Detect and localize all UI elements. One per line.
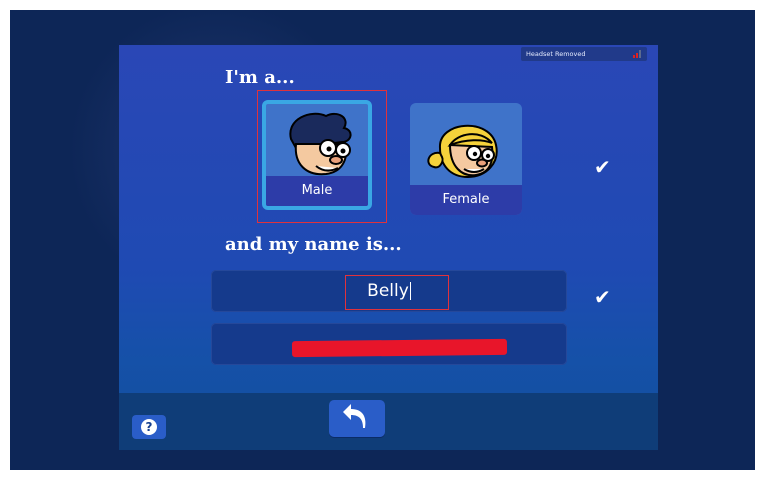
- signal-icon: [633, 50, 643, 58]
- gender-heading: I'm a...: [225, 67, 295, 88]
- female-option[interactable]: Female: [410, 103, 522, 215]
- return-arrow-icon: [343, 404, 366, 428]
- help-button[interactable]: ?: [132, 415, 166, 439]
- status-indicator: Headset Removed: [521, 47, 647, 61]
- back-button[interactable]: [329, 400, 385, 437]
- redaction-bar: [291, 338, 508, 358]
- profile-panel: Headset Removed I'm a... Male Female ✔ a…: [119, 45, 658, 450]
- selection-outline: [257, 90, 387, 223]
- app-screen: Headset Removed I'm a... Male Female ✔ a…: [10, 10, 755, 470]
- gender-check-icon: ✔: [594, 155, 611, 179]
- status-text: Headset Removed: [526, 50, 586, 58]
- female-label: Female: [410, 185, 522, 215]
- name-check-icon: ✔: [594, 285, 611, 309]
- help-icon: ?: [141, 419, 157, 435]
- name-selection-outline: [345, 275, 449, 310]
- footer-bar: [119, 393, 658, 450]
- name-heading: and my name is...: [225, 234, 402, 255]
